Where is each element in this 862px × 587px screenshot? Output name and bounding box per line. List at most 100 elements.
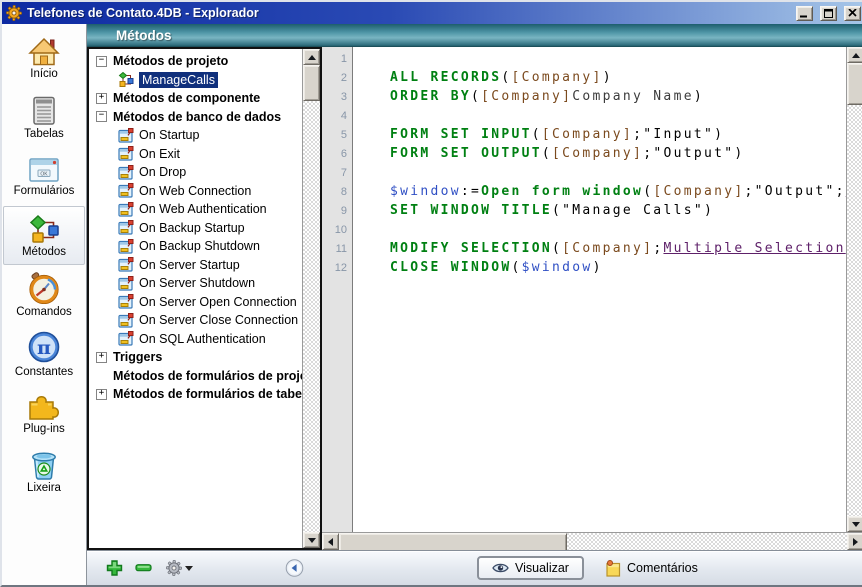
sidebar-item-inicio[interactable]: Início [3, 29, 85, 88]
tree-item-on-web-connection[interactable]: On Web Connection [89, 182, 302, 201]
editor-scroll-up-button[interactable] [847, 47, 862, 63]
tree-scroll-up-button[interactable] [303, 49, 320, 65]
bottom-toolbar: Visualizar Comentários [87, 550, 862, 585]
arrow-left-icon [328, 538, 333, 546]
window-title: Telefones de Contato.4DB - Explorador [27, 6, 789, 20]
tree-item-on-exit[interactable]: On Exit [89, 145, 302, 164]
tree-item-triggers[interactable]: + Triggers [89, 348, 302, 367]
code-area[interactable]: 12ALL RECORDS([Company])3ORDER BY([Compa… [322, 47, 846, 532]
trash-icon [30, 450, 58, 480]
line-number: 7 [322, 167, 352, 179]
collapse-panel-button[interactable] [285, 559, 304, 578]
tree-item-label: On Web Connection [139, 184, 251, 198]
tree-item-metodos-de-formularios-de-projeto[interactable]: Métodos de formulários de projeto [89, 367, 302, 386]
code-line: 11MODIFY SELECTION([Company];Multiple Se… [322, 239, 846, 258]
code-text: CLOSE WINDOW($window) [352, 260, 846, 275]
sidebar-item-tabelas[interactable]: Tabelas [3, 88, 85, 147]
titlebar[interactable]: Telefones de Contato.4DB - Explorador [2, 2, 862, 24]
commands-icon [28, 272, 60, 304]
editor-scroll-right-button[interactable] [847, 533, 862, 550]
sidebar-item-label: Comandos [16, 306, 72, 318]
tree-item-label: On Server Startup [139, 258, 240, 272]
sidebar-item-metodos[interactable]: Métodos [3, 206, 85, 265]
tree-item-label: On Server Close Connection [139, 313, 298, 327]
expander-icon[interactable]: + [96, 389, 107, 400]
code-text: ALL RECORDS([Company]) [352, 70, 846, 85]
tree-item-label: Triggers [113, 350, 162, 364]
editor-vertical-scrollbar[interactable] [846, 47, 862, 532]
editor-horizontal-scrollbar[interactable] [322, 532, 862, 550]
tree-vertical-scrollbar[interactable] [302, 49, 320, 548]
sidebar-item-constantes[interactable]: πConstantes [3, 324, 85, 383]
tree-item-label: On Backup Startup [139, 221, 245, 235]
editor-vscrollbar-thumb[interactable] [847, 63, 862, 105]
close-button[interactable] [844, 6, 861, 21]
line-number: 6 [322, 148, 352, 160]
svg-text:π: π [37, 337, 51, 359]
options-menu-button[interactable] [166, 560, 193, 576]
add-method-button[interactable] [106, 560, 123, 577]
tree-item-on-startup[interactable]: On Startup [89, 126, 302, 145]
tree-item-metodos-de-componente[interactable]: +Métodos de componente [89, 89, 302, 108]
line-number: 11 [322, 243, 352, 255]
editor-scroll-left-button[interactable] [322, 533, 339, 550]
code-lines: 12ALL RECORDS([Company])3ORDER BY([Compa… [322, 49, 846, 277]
plus-icon [106, 560, 123, 577]
tree-item-label: Métodos de banco de dados [113, 110, 281, 124]
tree-item-metodos-de-projeto[interactable]: −Métodos de projeto [89, 52, 302, 71]
tree-item-on-server-open-connection[interactable]: On Server Open Connection [89, 293, 302, 312]
page-title: Métodos [116, 28, 172, 43]
expander-icon[interactable]: − [96, 111, 107, 122]
sidebar-item-comandos[interactable]: Comandos [3, 265, 85, 324]
methods-icon [28, 214, 60, 244]
expander-icon[interactable]: + [96, 93, 107, 104]
editor-scroll-down-button[interactable] [847, 516, 862, 532]
db-method-icon [118, 239, 134, 254]
tree-scrollbar-track[interactable] [303, 101, 320, 532]
sidebar-item-label: Plug-ins [23, 423, 65, 435]
editor-hscrollbar-track[interactable] [567, 533, 847, 550]
minimize-button[interactable] [796, 6, 813, 21]
method-tree-panel: −Métodos de projetoManageCalls+Métodos d… [87, 47, 322, 550]
expander-icon[interactable]: + [96, 352, 107, 363]
maximize-button[interactable] [820, 6, 837, 21]
db-method-icon [118, 257, 134, 272]
tree-item-label: On Backup Shutdown [139, 239, 260, 253]
db-method-icon [118, 294, 134, 309]
delete-method-button[interactable] [135, 564, 152, 573]
tree-item-on-server-close-connection[interactable]: On Server Close Connection [89, 311, 302, 330]
tree-item-on-server-shutdown[interactable]: On Server Shutdown [89, 274, 302, 293]
db-method-icon [118, 331, 134, 346]
tree-item-label: Métodos de projeto [113, 54, 228, 68]
db-method-icon [118, 202, 134, 217]
editor-vscrollbar-track[interactable] [847, 105, 862, 516]
tree-item-on-drop[interactable]: On Drop [89, 163, 302, 182]
sidebar-item-formularios[interactable]: OKFormulários [3, 147, 85, 206]
comments-button[interactable]: Comentários [605, 559, 698, 577]
line-number: 4 [322, 110, 352, 122]
tree-item-label: On Drop [139, 165, 186, 179]
tree-item-on-web-authentication[interactable]: On Web Authentication [89, 200, 302, 219]
tree-item-managecalls[interactable]: ManageCalls [89, 71, 302, 90]
tree-item-label: On Server Shutdown [139, 276, 255, 290]
code-line: 8$window:=Open form window([Company];"Ou… [322, 182, 846, 201]
tree-item-on-backup-startup[interactable]: On Backup Startup [89, 219, 302, 238]
chevron-down-icon [185, 566, 193, 571]
tree-item-on-backup-shutdown[interactable]: On Backup Shutdown [89, 237, 302, 256]
sidebar-item-plug-ins[interactable]: Plug-ins [3, 383, 85, 442]
code-text: MODIFY SELECTION([Company];Multiple Sele… [352, 241, 846, 256]
tree-item-on-server-startup[interactable]: On Server Startup [89, 256, 302, 275]
tree-item-label: ManageCalls [139, 72, 218, 88]
tree-scroll-down-button[interactable] [303, 532, 320, 548]
sidebar-item-lixeira[interactable]: Lixeira [3, 442, 85, 501]
db-method-icon [118, 276, 134, 291]
sidebar-item-label: Formulários [14, 185, 75, 197]
preview-button[interactable]: Visualizar [477, 556, 584, 580]
home-icon [28, 37, 60, 66]
tree-scrollbar-thumb[interactable] [303, 65, 320, 101]
tree-item-metodos-de-banco-de-dados[interactable]: −Métodos de banco de dados [89, 108, 302, 127]
expander-icon[interactable]: − [96, 56, 107, 67]
eye-icon [492, 562, 509, 574]
tree-item-metodos-de-formularios-de-tabela[interactable]: +Métodos de formulários de tabela [89, 385, 302, 404]
tree-item-on-sql-authentication[interactable]: On SQL Authentication [89, 330, 302, 349]
